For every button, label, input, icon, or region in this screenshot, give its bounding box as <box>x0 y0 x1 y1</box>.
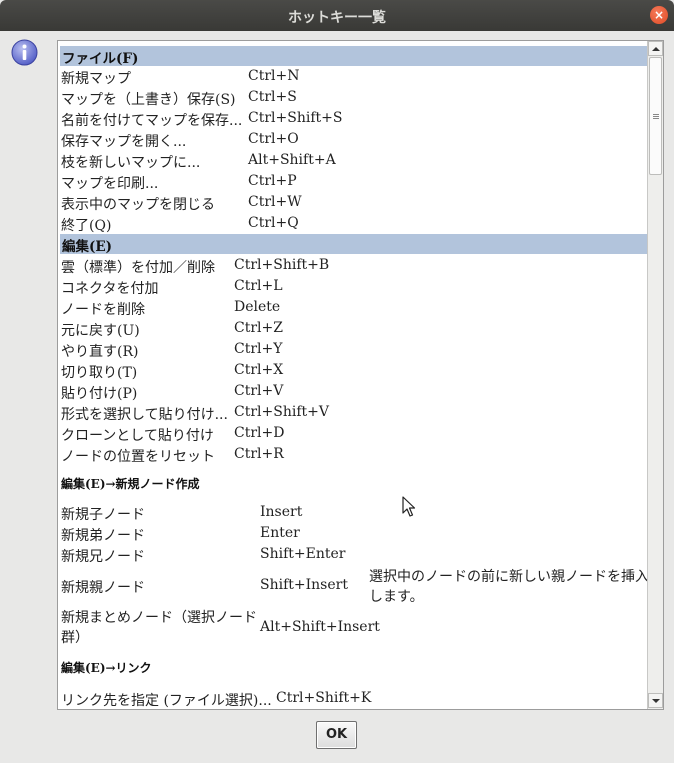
hotkey-shortcut: Ctrl+Shift+K <box>276 690 372 706</box>
hotkey-shortcut: Ctrl+Y <box>234 341 283 357</box>
hotkey-shortcut: Ctrl+Shift+S <box>248 110 343 126</box>
scroll-up-button[interactable] <box>648 41 663 56</box>
hotkey-action: 枝を新しいマップに... <box>61 155 201 171</box>
hotkey-action: 雲（標準）を付加／削除 <box>61 260 215 276</box>
hotkey-action: リンク先を指定 (ファイル選択)... <box>61 693 272 709</box>
hotkey-description: 選択中のノードの前に新しい親ノードを挿入します。 <box>369 569 649 605</box>
hotkey-action: 新規親ノード <box>61 580 145 596</box>
hotkey-action: 保存マップを開く... <box>61 134 187 150</box>
hotkey-shortcut: Enter <box>260 525 300 541</box>
info-icon <box>11 39 38 66</box>
hotkey-shortcut: Alt+Shift+Insert <box>260 619 380 635</box>
hotkey-shortcut: Ctrl+W <box>248 194 302 210</box>
hotkey-shortcut: Ctrl+Z <box>234 320 283 336</box>
hotkey-shortcut: Insert <box>260 504 303 520</box>
section-title: ファイル(F) <box>62 51 139 67</box>
hotkey-list: ファイル(F) 新規マップ Ctrl+N マップを（上書き）保存(S) Ctrl+S 名前… <box>58 41 649 709</box>
hotkey-shortcut: Alt+Shift+A <box>248 152 336 168</box>
hotkey-action: 形式を選択して貼り付け... <box>61 407 228 423</box>
hotkey-action: マップを印刷... <box>61 176 159 192</box>
ok-button[interactable]: OK <box>316 721 357 749</box>
hotkey-shortcut: Ctrl+O <box>248 131 299 147</box>
hotkey-action: やり直す(R) <box>61 344 139 360</box>
hotkey-action: 元に戻す(U) <box>61 323 140 339</box>
subsection-title: 編集(E)→リンク <box>61 661 152 675</box>
section-title: 編集(E) <box>62 239 113 255</box>
hotkey-shortcut: Ctrl+N <box>248 68 300 84</box>
mouse-pointer-icon <box>402 496 416 517</box>
title-bar: ホットキー一覧 × <box>0 0 674 31</box>
hotkey-action: 貼り付け(P) <box>61 386 138 402</box>
hotkey-shortcut: Ctrl+R <box>234 446 284 462</box>
hotkey-shortcut: Ctrl+P <box>248 173 297 189</box>
subsection-title: 編集(E)→新規ノード作成 <box>61 477 200 491</box>
section-header: 編集(E) <box>60 234 648 255</box>
chevron-down-icon <box>652 699 660 703</box>
hotkey-action: 終了(Q) <box>61 218 112 234</box>
vertical-scrollbar[interactable] <box>647 41 663 709</box>
section-header: ファイル(F) <box>60 46 648 67</box>
close-icon[interactable]: × <box>650 6 668 24</box>
hotkey-action: 表示中のマップを閉じる <box>61 197 215 213</box>
scroll-down-button[interactable] <box>648 693 663 708</box>
hotkey-shortcut: Ctrl+L <box>234 278 283 294</box>
hotkey-shortcut: Ctrl+Q <box>248 215 299 231</box>
hotkey-shortcut: Ctrl+V <box>234 383 284 399</box>
hotkey-action: 新規兄ノード <box>61 549 145 565</box>
hotkey-action: マップを（上書き）保存(S) <box>61 92 236 108</box>
hotkey-action: 新規まとめノード（選択ノード群） <box>61 610 257 646</box>
hotkey-action: 名前を付けてマップを保存... <box>61 113 243 129</box>
hotkey-action: ノードの位置をリセット <box>61 449 215 465</box>
window-title: ホットキー一覧 <box>288 10 386 26</box>
hotkey-shortcut: Ctrl+Shift+V <box>234 404 329 420</box>
hotkey-shortcut: Shift+Enter <box>260 546 346 562</box>
hotkey-shortcut: Ctrl+X <box>234 362 284 378</box>
hotkey-shortcut: Shift+Insert <box>260 577 348 593</box>
hotkey-shortcut: Ctrl+S <box>248 89 297 105</box>
hotkey-list-panel[interactable]: ファイル(F) 新規マップ Ctrl+N マップを（上書き）保存(S) Ctrl+S 名前… <box>57 40 664 710</box>
chevron-up-icon <box>652 47 660 51</box>
hotkey-action: ノードを削除 <box>61 302 145 318</box>
hotkey-action: コネクタを付加 <box>61 281 159 297</box>
hotkey-shortcut: Delete <box>234 299 281 315</box>
hotkey-action: 新規子ノード <box>61 507 145 523</box>
hotkey-action: 切り取り(T) <box>61 365 138 381</box>
hotkey-shortcut: Ctrl+Shift+B <box>234 257 330 273</box>
hotkey-action: 新規弟ノード <box>61 528 145 544</box>
hotkey-action: クローンとして貼り付け <box>61 428 214 444</box>
hotkey-shortcut: Ctrl+D <box>234 425 285 441</box>
hotkey-action: 新規マップ <box>61 71 131 87</box>
scrollbar-thumb[interactable] <box>649 57 662 175</box>
